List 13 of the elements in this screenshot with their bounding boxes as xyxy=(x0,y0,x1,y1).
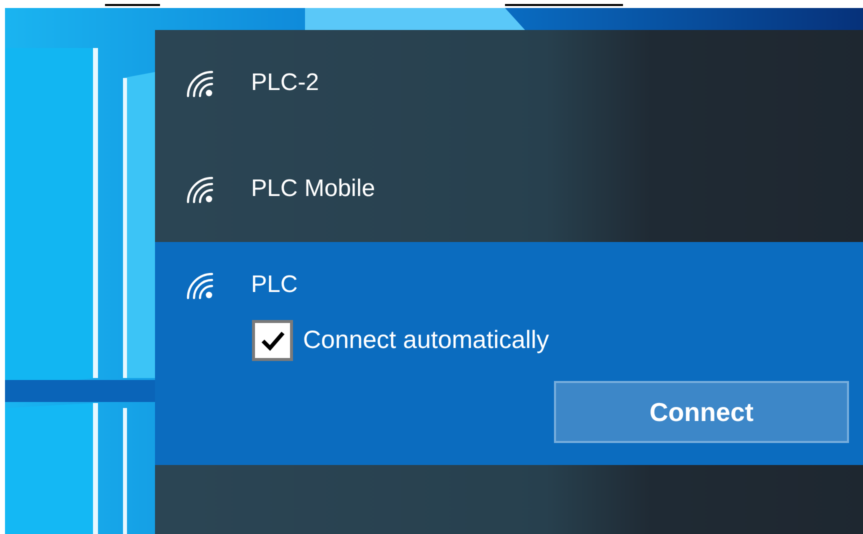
network-item[interactable]: PLC Mobile xyxy=(155,136,863,242)
network-name: PLC-2 xyxy=(251,71,320,95)
network-name: PLC Mobile xyxy=(251,177,376,201)
auto-connect-checkbox[interactable] xyxy=(252,320,293,361)
checkmark-icon xyxy=(260,330,286,352)
network-name: PLC xyxy=(251,273,298,297)
network-item[interactable]: PLC-2 xyxy=(155,30,863,136)
wifi-icon xyxy=(185,68,215,98)
auto-connect-label: Connect automatically xyxy=(303,324,549,356)
wifi-icon xyxy=(185,174,215,204)
network-item[interactable]: PLC Connect automatically Connect xyxy=(155,242,863,465)
wifi-icon xyxy=(185,270,215,300)
connect-button[interactable]: Connect xyxy=(554,381,849,443)
